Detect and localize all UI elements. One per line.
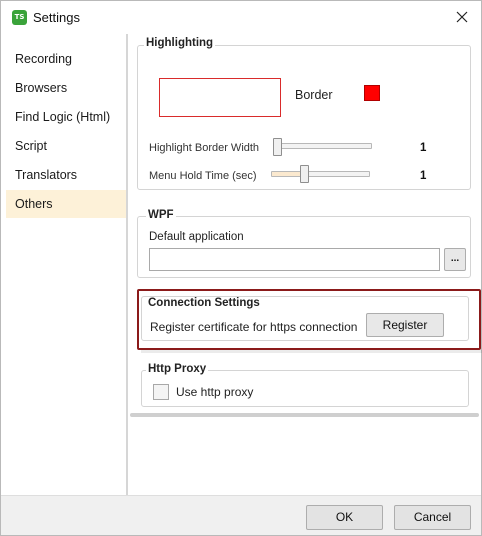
use-proxy-checkbox[interactable] [153, 384, 169, 400]
app-icon: TS [12, 10, 27, 25]
settings-sidebar: Recording Browsers Find Logic (Html) Scr… [1, 34, 127, 495]
proxy-title: Http Proxy [146, 363, 209, 375]
menu-hold-slider-thumb[interactable] [300, 165, 309, 183]
sidebar-item-find-logic[interactable]: Find Logic (Html) [6, 103, 126, 131]
connection-highlight-frame [137, 289, 482, 353]
sidebar-item-script[interactable]: Script [6, 132, 126, 160]
use-proxy-label: Use http proxy [176, 385, 254, 399]
sidebar-item-translators[interactable]: Translators [6, 161, 126, 189]
border-width-slider-track[interactable] [273, 143, 372, 149]
menu-hold-label: Menu Hold Time (sec) [149, 170, 257, 182]
border-label: Border [295, 88, 333, 102]
default-app-label: Default application [149, 231, 244, 243]
cancel-button[interactable]: Cancel [394, 505, 471, 530]
settings-content: Highlighting Border Highlight Border Wid… [127, 34, 482, 495]
sidebar-item-recording[interactable]: Recording [6, 45, 126, 73]
close-icon [456, 11, 468, 23]
border-color-swatch[interactable] [364, 85, 380, 101]
menu-hold-slider-track[interactable] [271, 171, 370, 177]
horizontal-scrollbar[interactable] [130, 413, 479, 417]
sidebar-item-others[interactable]: Others [6, 190, 126, 218]
settings-window: TS Settings Recording Browsers Find Logi… [0, 0, 482, 536]
menu-hold-slider-fill [272, 172, 304, 176]
wpf-title: WPF [146, 209, 176, 221]
close-button[interactable] [449, 5, 475, 29]
menu-hold-value: 1 [420, 170, 427, 182]
highlight-preview [159, 78, 281, 117]
sidebar-item-browsers[interactable]: Browsers [6, 74, 126, 102]
border-width-slider-thumb[interactable] [273, 138, 282, 156]
dialog-footer: OK Cancel [1, 495, 481, 535]
default-app-input[interactable] [149, 248, 440, 271]
browse-button[interactable]: ... [444, 248, 466, 271]
border-width-label: Highlight Border Width [149, 142, 260, 154]
title-bar: TS Settings [1, 1, 481, 34]
ok-button[interactable]: OK [306, 505, 383, 530]
window-title: Settings [33, 10, 80, 25]
highlighting-title: Highlighting [144, 37, 216, 49]
border-width-value: 1 [420, 142, 427, 154]
